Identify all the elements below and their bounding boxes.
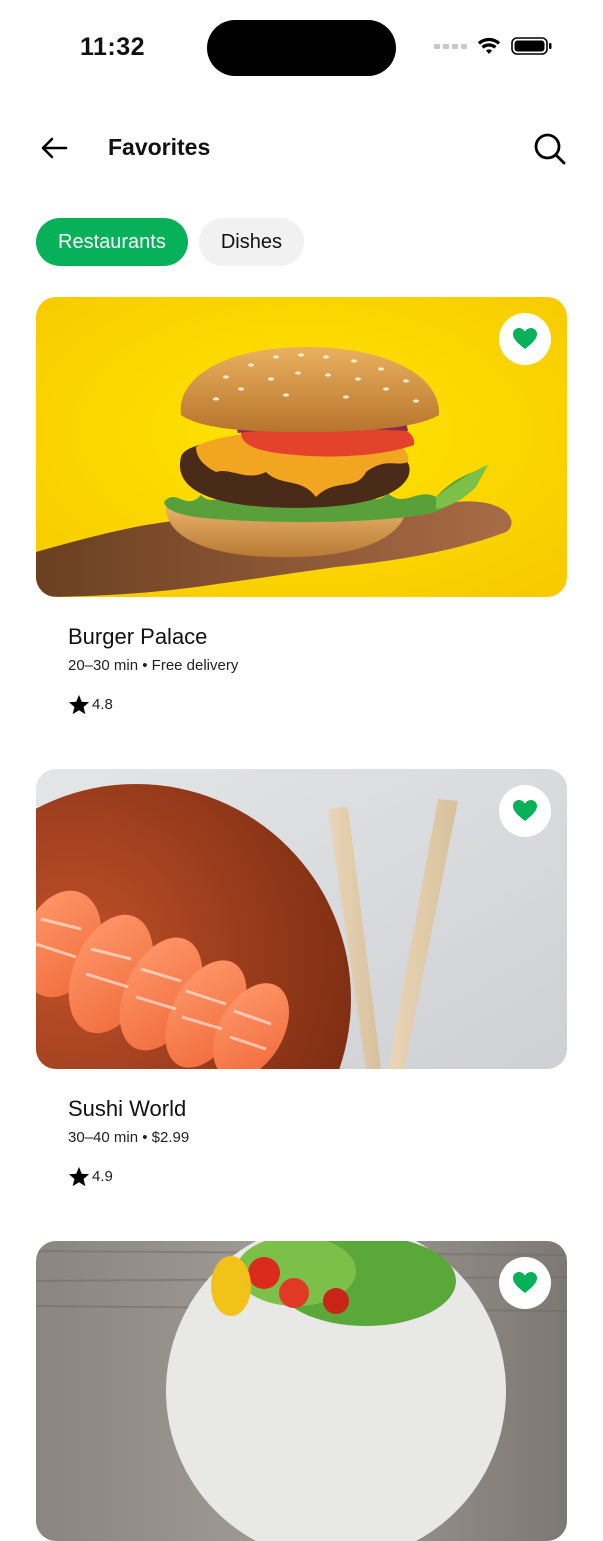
- restaurant-name: Sushi World: [68, 1096, 187, 1121]
- favorite-button[interactable]: [499, 1257, 551, 1309]
- favorite-button[interactable]: [499, 313, 551, 365]
- tab-restaurants[interactable]: Restaurants: [36, 218, 188, 266]
- delivery-time: 20–30 min: [68, 657, 139, 674]
- restaurant-info: Burger Palace 20–30 min • Free delivery …: [36, 597, 567, 715]
- restaurant-rating: 4.9: [68, 1166, 567, 1187]
- heart-icon: [513, 800, 537, 821]
- salad-image: [36, 1241, 567, 1541]
- wifi-icon: [477, 37, 501, 54]
- dynamic-island: [207, 20, 396, 76]
- favorite-button[interactable]: [499, 785, 551, 837]
- restaurant-image: [36, 297, 567, 597]
- heart-icon: [513, 1272, 537, 1293]
- separator-dot: •: [142, 1129, 152, 1146]
- cellular-signal-icon: [434, 43, 467, 49]
- burger-image: [36, 297, 567, 597]
- rating-value: 4.8: [92, 696, 113, 713]
- status-time: 11:32: [80, 33, 146, 61]
- sushi-image: [36, 769, 567, 1069]
- restaurant-rating: 4.8: [68, 694, 567, 715]
- delivery-fee: $2.99: [151, 1129, 190, 1146]
- restaurant-name: Burger Palace: [68, 624, 208, 649]
- rating-value: 4.9: [92, 1168, 113, 1185]
- restaurant-meta: 20–30 min • Free delivery: [68, 656, 567, 676]
- heart-icon: [513, 328, 537, 349]
- segment-tabs: Restaurants Dishes: [36, 218, 304, 266]
- restaurant-card[interactable]: [36, 1241, 567, 1541]
- restaurant-card[interactable]: Sushi World 30–40 min • $2.99 4.9: [36, 769, 567, 1187]
- header: Favorites: [0, 120, 603, 176]
- separator-dot: •: [142, 657, 152, 674]
- star-icon: [68, 694, 90, 715]
- delivery-fee: Free delivery: [151, 657, 239, 674]
- back-button[interactable]: [36, 130, 72, 166]
- battery-icon: [511, 37, 552, 55]
- restaurant-image: [36, 1241, 567, 1541]
- page-title: Favorites: [108, 134, 211, 160]
- restaurant-card[interactable]: Burger Palace 20–30 min • Free delivery …: [36, 297, 567, 715]
- search-button[interactable]: [531, 130, 569, 168]
- arrow-left-icon: [41, 137, 68, 159]
- star-icon: [68, 1166, 90, 1187]
- delivery-time: 30–40 min: [68, 1129, 139, 1146]
- restaurant-info: Sushi World 30–40 min • $2.99 4.9: [36, 1069, 567, 1187]
- status-indicators: [434, 36, 553, 56]
- search-icon: [534, 133, 566, 165]
- restaurant-meta: 30–40 min • $2.99: [68, 1128, 567, 1148]
- tab-dishes[interactable]: Dishes: [198, 218, 304, 266]
- status-bar: 11:32: [0, 0, 603, 96]
- restaurant-image: [36, 769, 567, 1069]
